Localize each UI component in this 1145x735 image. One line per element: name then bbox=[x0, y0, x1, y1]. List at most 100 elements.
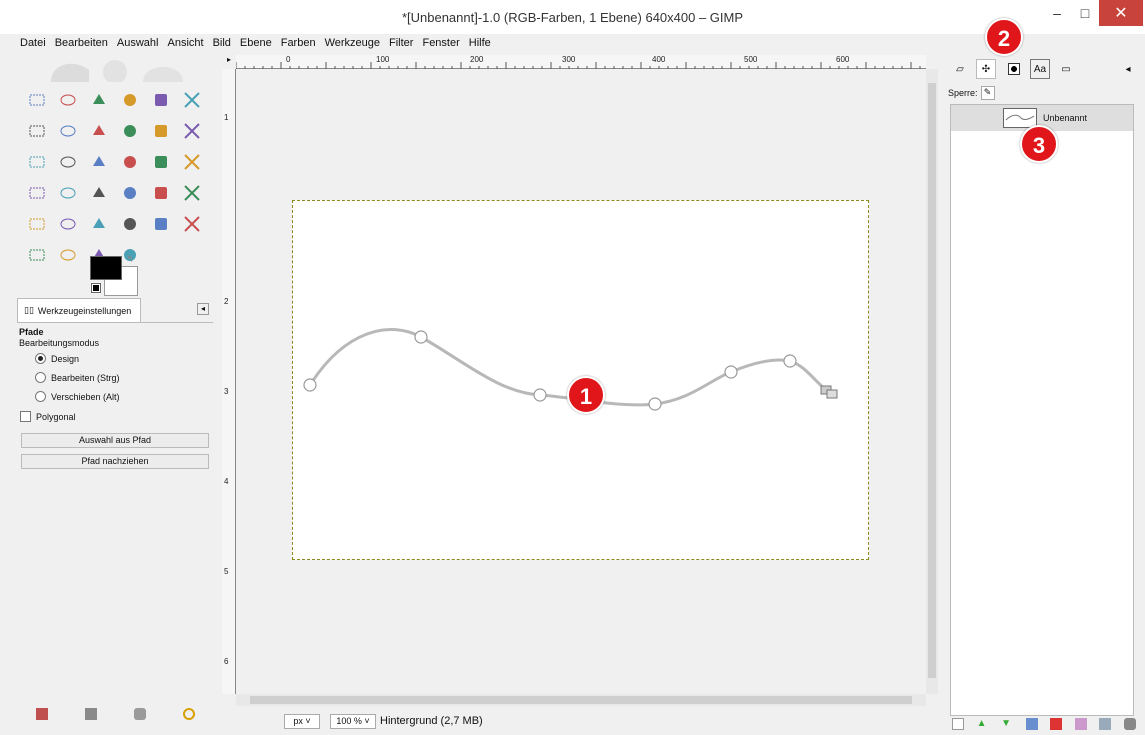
perspective-clone-tool-icon[interactable] bbox=[21, 239, 52, 270]
delete-options-icon[interactable] bbox=[133, 708, 146, 720]
new-path-icon[interactable] bbox=[952, 718, 964, 730]
fuzzy-select-tool-icon[interactable] bbox=[114, 84, 145, 115]
horizontal-ruler[interactable]: 0 100 200 300 400 500 600 bbox=[236, 55, 926, 69]
paths-icon: ✣ bbox=[981, 63, 991, 75]
menu-filter[interactable]: Filter bbox=[389, 34, 413, 52]
bucket-fill-tool-icon[interactable] bbox=[114, 177, 145, 208]
menu-datei[interactable]: Datei bbox=[20, 34, 46, 52]
polygonal-checkbox[interactable]: Polygonal bbox=[20, 411, 76, 422]
pencil-tool-icon[interactable] bbox=[176, 177, 207, 208]
menu-farben[interactable]: Farben bbox=[281, 34, 316, 52]
eraser-tool-icon[interactable] bbox=[52, 208, 83, 239]
clone-tool-icon[interactable] bbox=[145, 208, 176, 239]
unit-select[interactable]: px ˅ bbox=[284, 713, 320, 729]
vertical-ruler[interactable]: 1 2 3 4 5 6 bbox=[222, 69, 236, 694]
scroll-thumb[interactable] bbox=[928, 83, 936, 678]
shear-tool-icon[interactable] bbox=[145, 146, 176, 177]
paths-tool-icon[interactable] bbox=[52, 115, 83, 146]
path-name[interactable]: Unbenannt bbox=[1043, 113, 1087, 123]
menu-hilfe[interactable]: Hilfe bbox=[469, 34, 491, 52]
menu-ansicht[interactable]: Ansicht bbox=[167, 34, 203, 52]
heal-tool-icon[interactable] bbox=[176, 208, 207, 239]
scale-tool-icon[interactable] bbox=[114, 146, 145, 177]
path-to-selection-icon[interactable] bbox=[1050, 718, 1063, 730]
measure-tool-icon[interactable] bbox=[145, 115, 176, 146]
tab-fonts[interactable]: Aa bbox=[1030, 59, 1050, 79]
tab-tool-options[interactable]: ▯▯ Werkzeugeinstellungen bbox=[17, 298, 141, 322]
maximize-button[interactable]: □ bbox=[1071, 0, 1099, 26]
radio-label: Bearbeiten (Strg) bbox=[51, 372, 120, 383]
minimize-button[interactable]: – bbox=[1043, 0, 1071, 26]
radio-design[interactable]: Design bbox=[35, 353, 79, 364]
lock-icon[interactable]: ✎ bbox=[980, 86, 995, 100]
menu-fenster[interactable]: Fenster bbox=[422, 34, 459, 52]
ruler-label: 200 bbox=[470, 55, 484, 64]
tab-brushes[interactable] bbox=[1004, 59, 1024, 79]
menu-auswahl[interactable]: Auswahl bbox=[117, 34, 159, 52]
wilber-logo bbox=[51, 60, 183, 82]
tool-options-tab-bar: ▯▯ Werkzeugeinstellungen ◂ bbox=[17, 298, 213, 322]
zoom-select[interactable]: 100 % ˅ bbox=[330, 713, 376, 729]
path-preview-icon bbox=[1005, 114, 1035, 121]
scissors-tool-icon[interactable] bbox=[176, 84, 207, 115]
by-color-select-tool-icon[interactable] bbox=[145, 84, 176, 115]
ink-tool-icon[interactable] bbox=[114, 208, 145, 239]
airbrush-tool-icon[interactable] bbox=[83, 208, 114, 239]
cage-tool-icon[interactable] bbox=[52, 177, 83, 208]
lock-row: Sperre: ✎ bbox=[948, 84, 995, 102]
toolbox-bottom-bar bbox=[17, 708, 213, 722]
tab-layers[interactable]: ▱ bbox=[950, 59, 970, 79]
lower-path-icon[interactable]: ▼ bbox=[1001, 718, 1013, 730]
reset-colors-icon[interactable] bbox=[91, 283, 101, 293]
swap-colors-icon[interactable]: ↰ bbox=[126, 254, 134, 265]
tab-paths[interactable]: ✣ bbox=[976, 59, 996, 79]
duplicate-path-icon[interactable] bbox=[1025, 718, 1038, 730]
zoom-tool-icon[interactable] bbox=[114, 115, 145, 146]
tab-menu-icon[interactable]: ◂ bbox=[197, 303, 209, 315]
selection-to-path-icon[interactable] bbox=[1074, 718, 1087, 730]
ellipse-select-tool-icon[interactable] bbox=[52, 84, 83, 115]
dock-menu-icon[interactable]: ◂ bbox=[1118, 59, 1138, 79]
radio-label: Verschieben (Alt) bbox=[51, 391, 120, 402]
free-select-tool-icon[interactable] bbox=[83, 84, 114, 115]
align-tool-icon[interactable] bbox=[21, 146, 52, 177]
move-tool-icon[interactable] bbox=[176, 115, 207, 146]
radio-move[interactable]: Verschieben (Alt) bbox=[35, 391, 120, 402]
stroke-path-button[interactable]: Pfad nachziehen bbox=[21, 454, 209, 469]
ruler-corner[interactable]: ▸ bbox=[222, 55, 236, 69]
blend-tool-icon[interactable] bbox=[145, 177, 176, 208]
menu-bild[interactable]: Bild bbox=[213, 34, 231, 52]
foreground-color-swatch[interactable] bbox=[90, 256, 122, 280]
menu-werkzeuge[interactable]: Werkzeuge bbox=[325, 34, 380, 52]
tab-document[interactable]: ▭ bbox=[1056, 59, 1076, 79]
color-picker-tool-icon[interactable] bbox=[83, 115, 114, 146]
restore-options-icon[interactable] bbox=[84, 708, 97, 720]
horizontal-scrollbar[interactable] bbox=[236, 694, 926, 706]
flip-tool-icon[interactable] bbox=[21, 177, 52, 208]
blur-tool-icon[interactable] bbox=[52, 239, 83, 270]
paths-list[interactable]: Unbenannt bbox=[950, 104, 1134, 716]
crop-tool-icon[interactable] bbox=[52, 146, 83, 177]
tool-grid bbox=[21, 84, 207, 270]
raise-path-icon[interactable]: ▲ bbox=[977, 718, 989, 730]
gimp-window: *[Unbenannt]-1.0 (RGB-Farben, 1 Ebene) 6… bbox=[0, 0, 1145, 735]
text-tool-icon[interactable] bbox=[83, 177, 114, 208]
ruler-label: 1 bbox=[224, 113, 229, 122]
rotate-tool-icon[interactable] bbox=[83, 146, 114, 177]
save-options-icon[interactable] bbox=[35, 708, 48, 720]
menu-bearbeiten[interactable]: Bearbeiten bbox=[55, 34, 108, 52]
foreground-select-tool-icon[interactable] bbox=[21, 115, 52, 146]
selection-from-path-button[interactable]: Auswahl aus Pfad bbox=[21, 433, 209, 448]
rect-select-tool-icon[interactable] bbox=[21, 84, 52, 115]
menu-ebene[interactable]: Ebene bbox=[240, 34, 272, 52]
perspective-tool-icon[interactable] bbox=[176, 146, 207, 177]
color-area: ↰ bbox=[90, 254, 150, 296]
stroke-path-icon[interactable] bbox=[1099, 718, 1112, 730]
radio-edit[interactable]: Bearbeiten (Strg) bbox=[35, 372, 120, 383]
reset-options-icon[interactable] bbox=[182, 708, 195, 720]
close-button[interactable]: ✕ bbox=[1099, 0, 1143, 26]
vertical-scrollbar[interactable] bbox=[926, 69, 938, 694]
scroll-thumb[interactable] bbox=[250, 696, 912, 704]
paintbrush-tool-icon[interactable] bbox=[21, 208, 52, 239]
delete-path-icon[interactable] bbox=[1123, 718, 1136, 730]
